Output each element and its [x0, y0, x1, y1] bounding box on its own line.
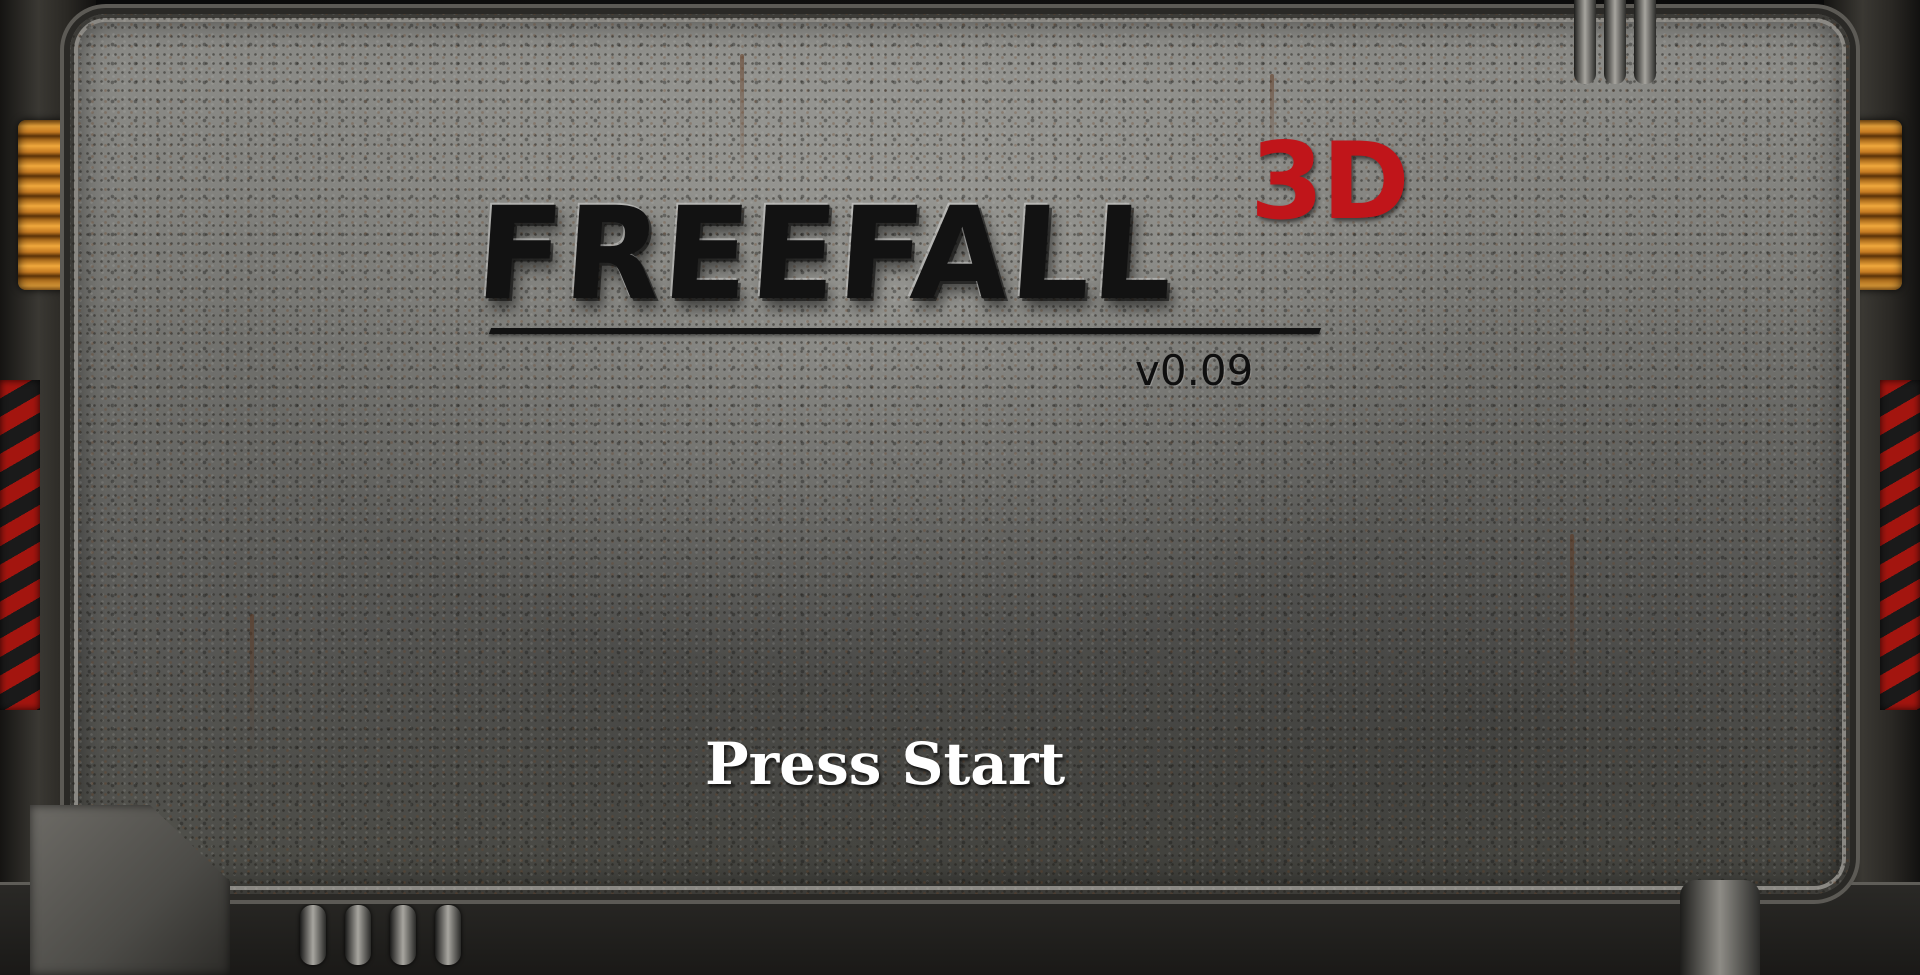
hazard-stripe-right: [1880, 380, 1920, 710]
clamp-bar: [1634, 0, 1656, 84]
bottom-frame-bar: [0, 882, 1920, 975]
bolt-3: [390, 905, 416, 965]
bolt-1: [300, 905, 326, 965]
bottom-right-clamp: [1680, 880, 1760, 975]
hazard-stripe-left: [0, 380, 40, 710]
clamp-bar: [1574, 0, 1596, 84]
logo-underline: [488, 328, 1322, 334]
title-screen: 3D FREEFALL v0.09 Press Start: [0, 0, 1920, 975]
rust-streak: [1570, 534, 1574, 694]
game-logo: 3D FREEFALL v0.09: [470, 120, 1450, 420]
logo-3d-suffix: 3D: [1250, 120, 1410, 243]
bolt-4: [435, 905, 461, 965]
version-label: v0.09: [1135, 346, 1254, 395]
bolt-2: [345, 905, 371, 965]
press-start-prompt[interactable]: Press Start: [705, 730, 1065, 798]
rust-streak: [250, 614, 254, 754]
top-clamp: [1560, 0, 1670, 90]
clamp-bar: [1604, 0, 1626, 84]
logo-title: FREEFALL: [472, 180, 1180, 329]
